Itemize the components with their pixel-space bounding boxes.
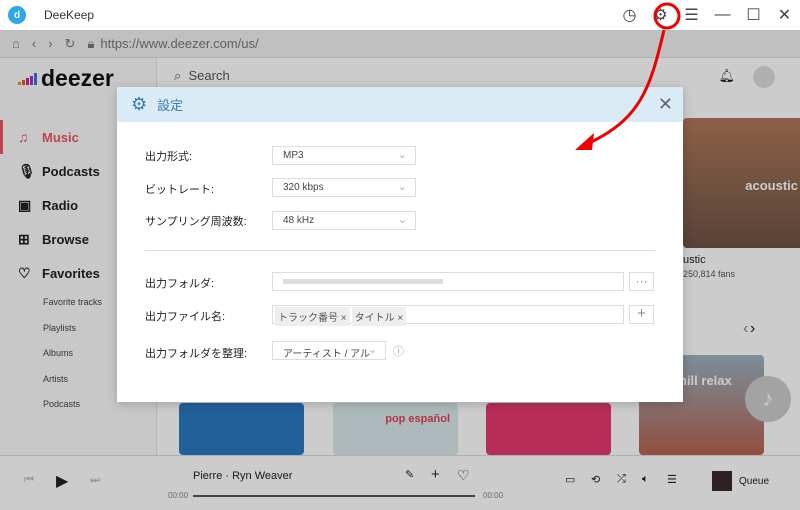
annotation-arrow	[575, 2, 681, 150]
